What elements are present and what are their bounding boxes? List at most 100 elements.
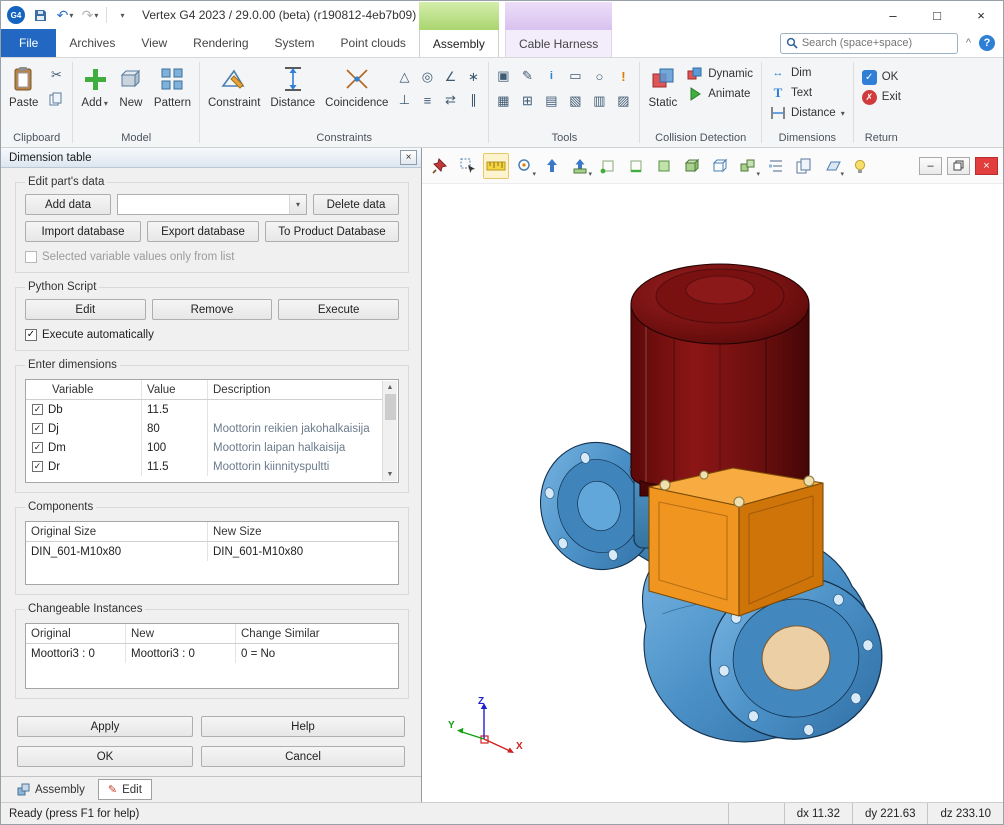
tools-axes-icon[interactable]: ⊞: [516, 91, 538, 111]
text-button[interactable]: T Text: [765, 83, 850, 103]
tools-section-icon[interactable]: ▧: [564, 91, 586, 111]
render-light-icon[interactable]: [847, 153, 873, 179]
tools-view-icon[interactable]: ▥: [588, 91, 610, 111]
exit-button[interactable]: ✗ Exit: [857, 87, 906, 107]
tools-info-icon[interactable]: i: [540, 66, 562, 86]
viewport-canvas[interactable]: Z X Y: [422, 184, 1003, 802]
python-execute-button[interactable]: Execute: [278, 299, 399, 320]
instance-row[interactable]: Moottori3 : 0 Moottori3 : 0 0 = No: [26, 644, 398, 663]
angle-dimension-icon[interactable]: ∠: [439, 67, 461, 87]
tools-sketch-icon[interactable]: ✎: [516, 66, 538, 86]
python-remove-button[interactable]: Remove: [152, 299, 273, 320]
dynamic-button[interactable]: Dynamic: [682, 64, 758, 84]
to-product-database-button[interactable]: To Product Database: [265, 221, 399, 242]
save-button[interactable]: [30, 4, 50, 26]
tab-archives[interactable]: Archives: [56, 29, 128, 57]
paste-button[interactable]: Paste: [4, 59, 43, 109]
tab-assembly-bottom[interactable]: Assembly: [7, 779, 95, 800]
panel-close-button[interactable]: ×: [400, 150, 417, 165]
tab-rendering[interactable]: Rendering: [180, 29, 261, 57]
tab-edit-bottom[interactable]: ✎ Edit: [98, 779, 152, 800]
component-row[interactable]: DIN_601-M10x80 DIN_601-M10x80: [26, 542, 398, 561]
dim-button[interactable]: ↔ Dim: [765, 63, 850, 83]
new-button[interactable]: New: [113, 59, 149, 109]
filter-group-icon[interactable]: ▾: [735, 153, 761, 179]
tab-assembly[interactable]: Assembly: [419, 29, 499, 57]
redo-button[interactable]: ↷▾: [80, 4, 100, 26]
export-database-button[interactable]: Export database: [147, 221, 259, 242]
tools-table-icon[interactable]: ▤: [540, 91, 562, 111]
dimension-row[interactable]: ✓Db 11.5: [26, 400, 383, 419]
apply-button[interactable]: Apply: [17, 716, 193, 737]
pin-icon[interactable]: [427, 153, 453, 179]
delete-data-button[interactable]: Delete data: [313, 194, 399, 215]
scroll-down-icon[interactable]: ▼: [387, 468, 394, 481]
checkbox-box[interactable]: ✓: [25, 329, 37, 341]
dimension-row[interactable]: ✓Dm 100 Moottorin laipan halkaisija: [26, 438, 383, 457]
row-checkbox[interactable]: ✓: [32, 461, 43, 472]
dimension-row[interactable]: ✓Dj 80 Moottorin reikien jakohalkaisija: [26, 419, 383, 438]
equal-constraint-icon[interactable]: ≡: [416, 90, 438, 110]
copy-view-icon[interactable]: [791, 153, 817, 179]
search-box[interactable]: [780, 33, 958, 54]
scrollbar-thumb[interactable]: [385, 394, 396, 420]
tools-zoom-icon[interactable]: ○: [588, 66, 610, 86]
orient-up-icon[interactable]: [539, 153, 565, 179]
coincidence-button[interactable]: Coincidence: [320, 59, 393, 109]
execute-automatically-checkbox[interactable]: ✓ Execute automatically: [25, 329, 399, 341]
vertical-scrollbar[interactable]: ▲ ▼: [382, 381, 397, 481]
scroll-up-icon[interactable]: ▲: [387, 381, 394, 394]
filter-edge-icon[interactable]: [623, 153, 649, 179]
swap-constraint-icon[interactable]: ⇄: [439, 90, 461, 110]
dimension-row[interactable]: ✓Dr 11.5 Moottorin kiinnityspultti: [26, 457, 383, 476]
redo-dropdown-icon[interactable]: ▾: [94, 11, 98, 20]
combobox-dropdown-icon[interactable]: ▾: [289, 195, 306, 214]
row-checkbox[interactable]: ✓: [32, 442, 43, 453]
viewport-close-button[interactable]: ×: [975, 157, 998, 175]
tab-view[interactable]: View: [128, 29, 180, 57]
undo-button[interactable]: ↶▾: [55, 4, 75, 26]
ok-button[interactable]: ✓ OK: [857, 67, 906, 87]
help-button[interactable]: Help: [201, 716, 405, 737]
filter-component-icon[interactable]: [707, 153, 733, 179]
qat-customize-button[interactable]: ▾: [112, 4, 132, 26]
filter-vertex-icon[interactable]: [595, 153, 621, 179]
cut-icon[interactable]: ✂: [45, 65, 67, 85]
close-button[interactable]: ×: [959, 1, 1003, 29]
maximize-button[interactable]: □: [915, 1, 959, 29]
tab-point-clouds[interactable]: Point clouds: [328, 29, 419, 57]
pattern-button[interactable]: Pattern: [149, 59, 196, 109]
viewport-minimize-button[interactable]: –: [919, 157, 942, 175]
model-tree-icon[interactable]: [763, 153, 789, 179]
sketch-plane-icon[interactable]: ▾: [819, 153, 845, 179]
tools-grid-icon[interactable]: ▦: [492, 91, 514, 111]
row-checkbox[interactable]: ✓: [32, 404, 43, 415]
distance-measure-button[interactable]: Distance ▾: [765, 103, 850, 123]
add-button[interactable]: Add▾: [76, 59, 112, 109]
tab-system[interactable]: System: [262, 29, 328, 57]
tools-bar-icon[interactable]: ▭: [564, 66, 586, 86]
search-input[interactable]: [802, 37, 952, 49]
tools-alert-icon[interactable]: !: [612, 66, 634, 86]
tab-file[interactable]: File: [1, 29, 56, 57]
part-data-combobox[interactable]: ▾: [117, 194, 307, 215]
orient-face-icon[interactable]: ▾: [567, 153, 593, 179]
distance-dropdown-icon[interactable]: ▾: [841, 109, 845, 118]
animate-button[interactable]: Animate: [682, 84, 758, 104]
concentric-constraint-icon[interactable]: ◎: [416, 67, 438, 87]
parallel-constraint-icon[interactable]: ∥: [462, 90, 484, 110]
snap-mode-icon[interactable]: ▾: [511, 153, 537, 179]
row-checkbox[interactable]: ✓: [32, 423, 43, 434]
add-data-button[interactable]: Add data: [25, 194, 111, 215]
symmetry-constraint-icon[interactable]: ∗: [462, 67, 484, 87]
python-edit-button[interactable]: Edit: [25, 299, 146, 320]
tab-cable-harness[interactable]: Cable Harness: [505, 29, 612, 57]
filter-face-icon[interactable]: [651, 153, 677, 179]
viewport-restore-button[interactable]: [947, 157, 970, 175]
help-icon[interactable]: ?: [979, 35, 995, 51]
panel-ok-button[interactable]: OK: [17, 746, 193, 767]
measure-icon[interactable]: [483, 153, 509, 179]
import-database-button[interactable]: Import database: [25, 221, 141, 242]
static-button[interactable]: Static: [643, 59, 682, 109]
tools-hatch-icon[interactable]: ▨: [612, 91, 634, 111]
